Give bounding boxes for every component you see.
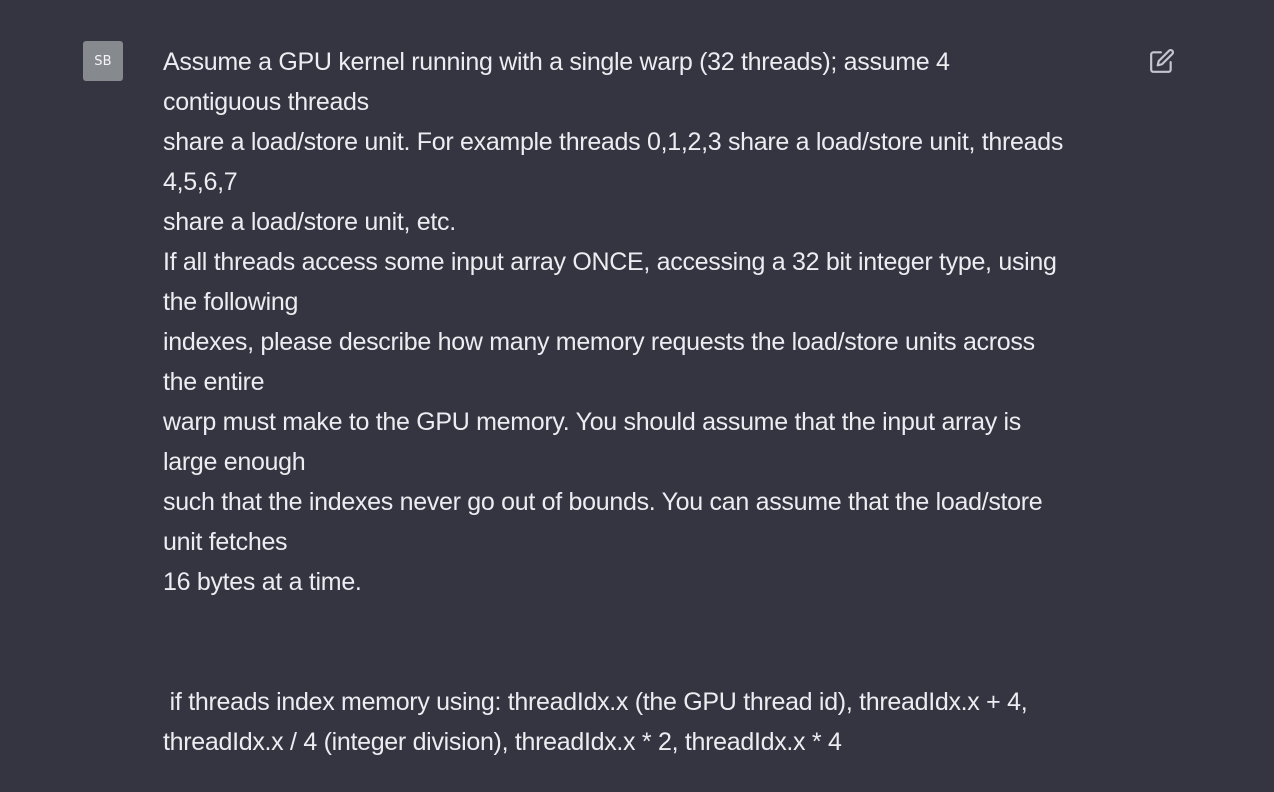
message-line: warp must make to the GPU memory. You sh… <box>163 408 1022 436</box>
edit-icon <box>1150 49 1174 73</box>
user-message: Assume a GPU kernel running with a singl… <box>163 42 1128 762</box>
message-line: share a load/store unit, etc. <box>163 208 456 236</box>
message-blank-line <box>163 602 1128 642</box>
message-line: indexes, please describe how many memory… <box>163 328 1035 356</box>
message-line: unit fetches <box>163 528 288 556</box>
message-blank-line <box>163 642 1128 682</box>
message-line: 4,5,6,7 <box>163 168 238 196</box>
message-line: the entire <box>163 368 265 396</box>
message-line: contiguous threads <box>163 88 369 116</box>
message-line: 16 bytes at a time. <box>163 568 362 596</box>
message-line: such that the indexes never go out of bo… <box>163 488 1043 516</box>
avatar: SB <box>83 41 123 81</box>
message-line: the following <box>163 288 299 316</box>
message-line: Assume a GPU kernel running with a singl… <box>163 48 950 76</box>
message-line: threadIdx.x / 4 (integer division), thre… <box>163 728 842 756</box>
message-line: if threads index memory using: threadIdx… <box>163 688 1028 716</box>
message-line: large enough <box>163 448 306 476</box>
message-line: If all threads access some input array O… <box>163 248 1057 276</box>
message-line: share a load/store unit. For example thr… <box>163 128 1064 156</box>
edit-message-button[interactable] <box>1148 47 1176 75</box>
